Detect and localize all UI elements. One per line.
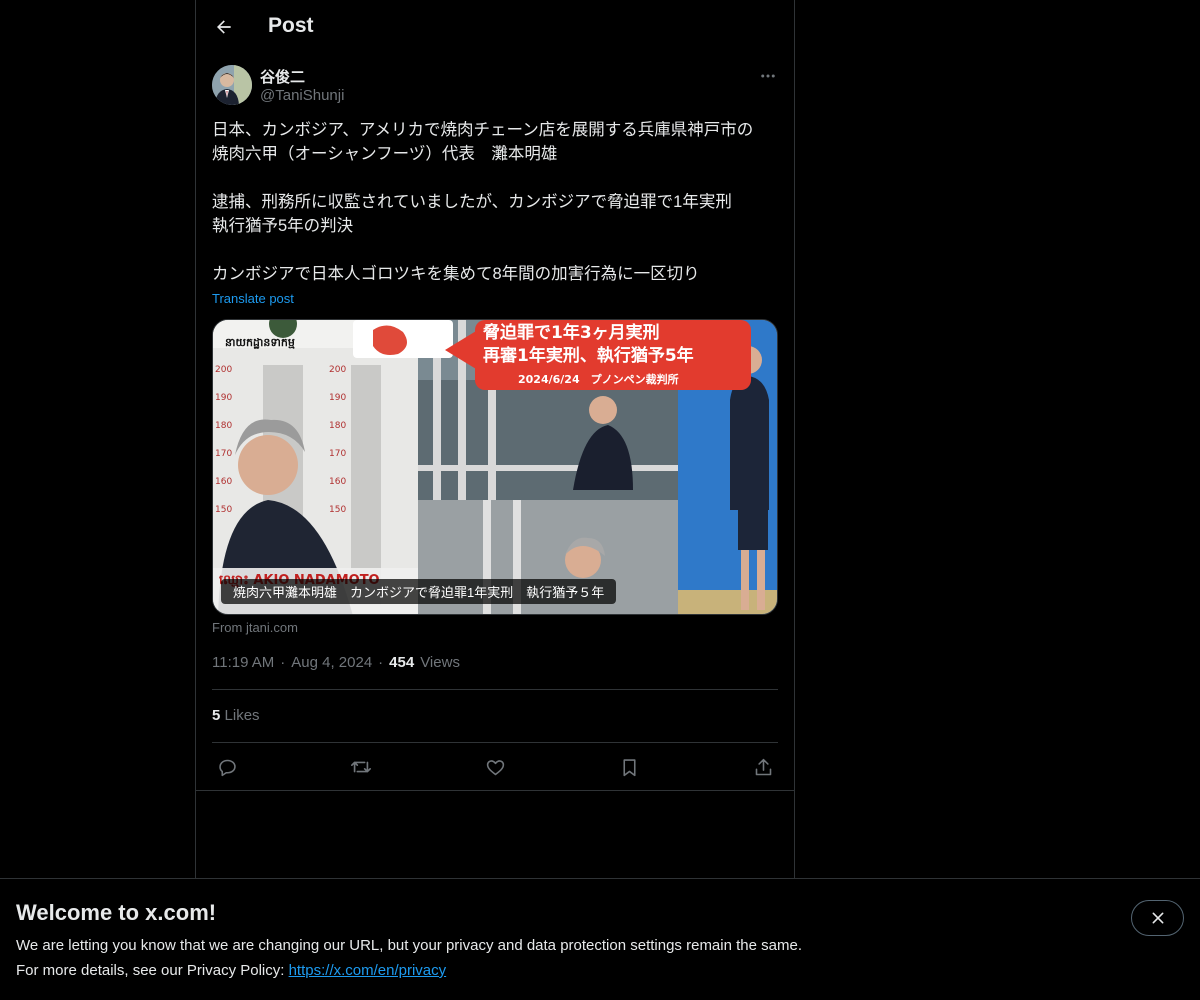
action-bar (212, 752, 778, 782)
svg-text:170: 170 (215, 449, 232, 459)
reply-button[interactable] (212, 752, 242, 782)
post-line (212, 166, 782, 190)
post-line: 焼肉六甲（オーシャンフーヅ）代表 灘本明雄 (212, 145, 558, 163)
likes-count: 5 (212, 707, 221, 724)
post-time[interactable]: 11:19 AM (212, 654, 274, 671)
banner-title: Welcome to x.com! (16, 900, 217, 925)
translate-link[interactable]: Translate post (212, 291, 294, 306)
primary-column: Post 谷俊二 @TaniShunji 日本、カンボジア、アメリカで焼肉チェー… (195, 0, 795, 1000)
svg-text:150: 150 (215, 505, 232, 515)
media-source[interactable]: From jtani.com (212, 620, 298, 635)
svg-text:160: 160 (329, 477, 346, 487)
svg-text:180: 180 (215, 421, 232, 431)
reply-icon (218, 759, 236, 776)
post-line: カンボジアで日本人ゴロツキを集めて8年間の加害行為に一区切り (212, 265, 700, 283)
svg-text:170: 170 (329, 449, 346, 459)
views-label: Views (420, 654, 460, 671)
post-text: 日本、カンボジア、アメリカで焼肉チェーン店を展開する兵庫県神戸市の 焼肉六甲（オ… (212, 118, 782, 286)
banner-policy-line: For more details, see our Privacy Policy… (16, 962, 446, 979)
repost-button[interactable] (346, 752, 376, 782)
post-date[interactable]: Aug 4, 2024 (291, 654, 372, 671)
repost-icon (351, 761, 371, 773)
page-header: Post (196, 0, 794, 54)
svg-text:160: 160 (215, 477, 232, 487)
privacy-policy-link[interactable]: https://x.com/en/privacy (289, 962, 447, 979)
post-line: 日本、カンボジア、アメリカで焼肉チェーン店を展開する兵庫県神戸市の (212, 121, 754, 139)
meta-separator: · (280, 654, 286, 671)
close-icon (1152, 912, 1163, 924)
divider (212, 742, 778, 743)
bookmark-button[interactable] (614, 752, 644, 782)
share-icon (755, 758, 771, 775)
svg-text:200: 200 (329, 365, 346, 375)
author-handle[interactable]: @TaniShunji (260, 87, 344, 104)
close-banner-button[interactable] (1131, 900, 1184, 936)
back-button[interactable] (208, 11, 240, 43)
post-line: 執行猶予5年の判決 (212, 217, 354, 235)
like-button[interactable] (480, 752, 510, 782)
meta-separator: · (378, 654, 384, 671)
overlay-title-1: 脅迫罪で1年3ヶ月実刑 (482, 322, 660, 343)
author-name[interactable]: 谷俊二 (260, 66, 305, 87)
back-arrow-icon (217, 20, 231, 34)
likes-label: Likes (224, 707, 260, 724)
post-meta: 11:19 AM · Aug 4, 2024 · 454 Views (212, 654, 460, 671)
post-bottom-divider (196, 790, 794, 791)
divider (212, 689, 778, 690)
like-icon (486, 759, 504, 775)
post-line: 逮捕、刑務所に収監されていましたが、カンボジアで脅迫罪で1年実刑 (212, 193, 732, 211)
banner-text: We are letting you know that we are chan… (16, 937, 802, 954)
post-media[interactable]: នាយកដ្ឋានទាកម្ម 200 200 190 190 180 180 170… (212, 319, 778, 615)
media-caption: 焼肉六甲灘本明雄 カンボジアで脅迫罪1年実刑 執行猶予５年 (221, 579, 617, 604)
svg-text:180: 180 (329, 421, 346, 431)
views-count: 454 (389, 654, 415, 671)
avatar-image (212, 65, 252, 105)
more-dots-icon (761, 74, 775, 78)
media-image: នាយកដ្ឋានទាកម្ម 200 200 190 190 180 180 170… (213, 320, 777, 614)
post-line (212, 238, 782, 262)
bookmark-icon (622, 758, 636, 776)
share-button[interactable] (748, 752, 778, 782)
board-text: នាយកដ្ឋានទាកម្ម (225, 336, 295, 349)
svg-text:190: 190 (215, 393, 232, 403)
banner-policy-prefix: For more details, see our Privacy Policy… (16, 962, 289, 979)
overlay-title-2: 再審1年実刑、執行猶予5年 (483, 345, 694, 366)
more-button[interactable] (756, 64, 780, 88)
overlay-date: 2024/6/24 プノンペン裁判所 (518, 372, 679, 386)
page-title: Post (268, 14, 314, 37)
svg-text:200: 200 (215, 365, 232, 375)
svg-text:190: 190 (329, 393, 346, 403)
svg-text:150: 150 (329, 505, 346, 515)
url-change-banner: Welcome to x.com! We are letting you kno… (0, 878, 1200, 1000)
likes-stat[interactable]: 5 Likes (212, 707, 260, 724)
avatar[interactable] (212, 65, 252, 105)
